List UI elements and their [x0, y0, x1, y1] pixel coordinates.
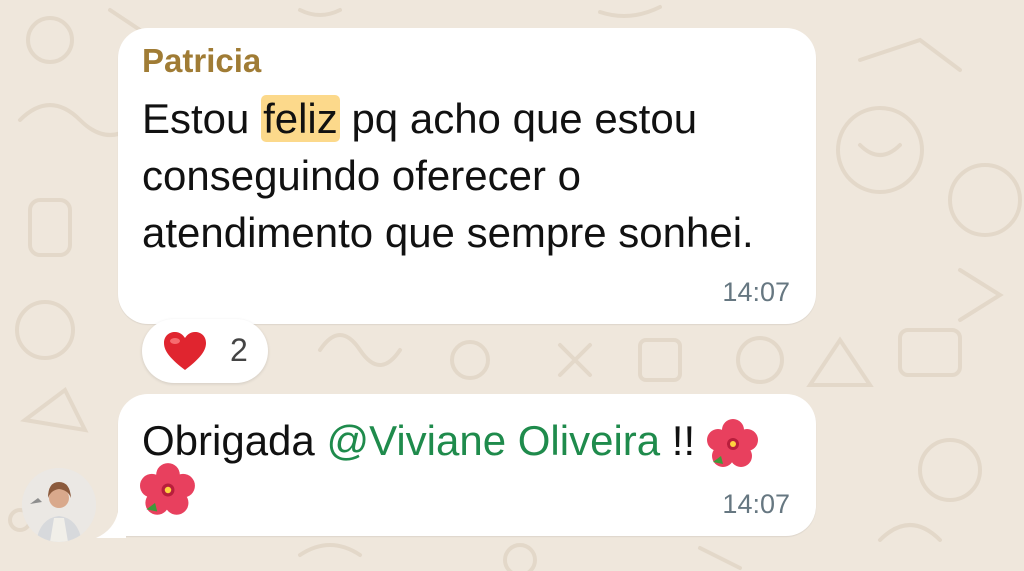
message-text-end: !!	[660, 417, 696, 464]
user-mention[interactable]: @Viviane Oliveira	[326, 417, 660, 464]
message-text-start: Obrigada	[142, 417, 327, 464]
message-text: Estou feliz pq acho que estou conseguind…	[142, 90, 802, 261]
message-timestamp: 14:07	[722, 277, 790, 307]
sender-name[interactable]: Patricia	[142, 42, 261, 80]
bubble-tail	[96, 512, 126, 538]
message-text-start: Estou	[142, 95, 262, 142]
profile-photo	[22, 468, 96, 542]
avatar[interactable]	[22, 468, 96, 542]
message-bubble[interactable]: Patricia Estou feliz pq acho que estou c…	[118, 28, 816, 324]
message-timestamp: 14:07	[722, 489, 790, 519]
reaction-count: 2	[230, 332, 248, 368]
message-bubble[interactable]: Obrigada @Viviane Oliveira !! 14:07	[118, 394, 816, 536]
reaction-badge[interactable]: 2	[142, 319, 268, 383]
hibiscus-icon	[140, 463, 195, 515]
search-highlight: feliz	[261, 95, 340, 142]
heart-icon	[164, 332, 206, 370]
message-text: Obrigada @Viviane Oliveira !!	[142, 412, 802, 470]
hibiscus-icon	[706, 418, 758, 467]
